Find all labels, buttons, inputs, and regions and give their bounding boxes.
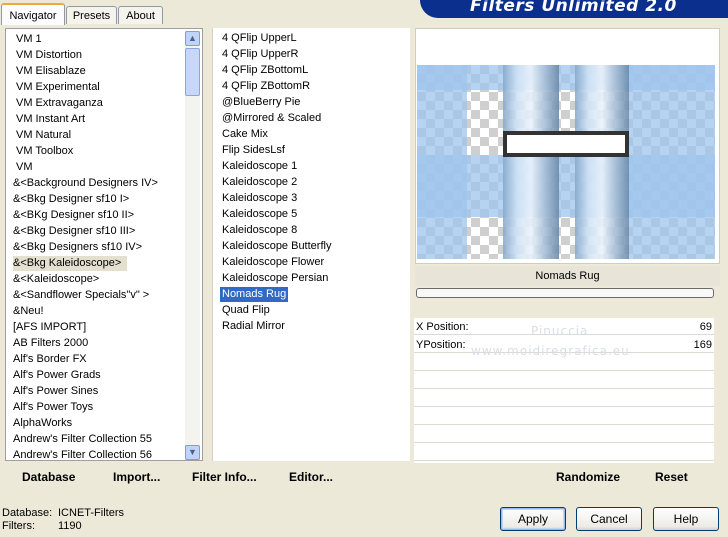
watermark-url: www.moidiregrafica.eu	[471, 344, 630, 358]
filter-item[interactable]: Flip SidesLsf	[222, 143, 285, 158]
filter-item[interactable]: Kaleidoscope Flower	[222, 255, 324, 270]
category-list[interactable]: ▲ ▼ VM 1 VM Distortion VM Elisablaze VM Exp…	[5, 28, 203, 461]
status-database-label: Database:	[2, 507, 53, 519]
randomize-button[interactable]: Randomize	[556, 469, 620, 485]
editor-button[interactable]: Editor...	[289, 469, 333, 485]
filter-item[interactable]: @BlueBerry Pie	[222, 95, 300, 110]
category-item[interactable]: VM 1	[16, 32, 42, 47]
category-item[interactable]: VM Toolbox	[16, 144, 73, 159]
category-item[interactable]: VM Natural	[16, 128, 71, 143]
parameter-area: X Position: 69 YPosition: 169 Pinuccia w…	[414, 318, 714, 463]
category-item[interactable]: Andrew's Filter Collection 56	[13, 448, 152, 460]
preview-band-middle	[417, 155, 715, 217]
preview-bar	[503, 131, 629, 157]
filter-item[interactable]: Kaleidoscope 5	[222, 207, 297, 222]
preview-pane	[415, 28, 720, 264]
category-item[interactable]: VM Extravaganza	[16, 96, 103, 111]
category-item[interactable]: Andrew's Filter Collection 55	[13, 432, 152, 447]
category-item[interactable]: Alf's Power Sines	[13, 384, 98, 399]
category-item[interactable]: Alf's Border FX	[13, 352, 87, 367]
preview-filter-name: Nomads Rug	[415, 266, 720, 286]
filter-item[interactable]: Kaleidoscope 1	[222, 159, 297, 174]
filter-item[interactable]: Kaleidoscope Butterfly	[222, 239, 331, 254]
help-button[interactable]: Help	[653, 507, 719, 531]
scroll-up-arrow-icon[interactable]: ▲	[185, 31, 200, 46]
category-item[interactable]: &<Sandflower Specials"v" >	[13, 288, 149, 303]
filter-item[interactable]: 4 QFlip ZBottomR	[222, 79, 310, 94]
category-item[interactable]: &<Bkg Designers sf10 IV>	[13, 240, 142, 255]
param-divider	[414, 388, 714, 389]
filter-item[interactable]: Cake Mix	[222, 127, 268, 142]
filter-item[interactable]: 4 QFlip UpperL	[222, 31, 297, 46]
preview-pillar-right	[575, 65, 629, 259]
tab-about[interactable]: About	[118, 6, 163, 24]
import-button[interactable]: Import...	[113, 469, 160, 485]
category-item[interactable]: Alf's Power Toys	[13, 400, 93, 415]
category-item[interactable]: AB Filters 2000	[13, 336, 88, 351]
param-divider	[414, 460, 714, 461]
x-position-value[interactable]: 69	[700, 319, 712, 335]
param-divider	[414, 370, 714, 371]
category-item[interactable]: Alf's Power Grads	[13, 368, 101, 383]
watermark-name: Pinuccia	[531, 324, 589, 338]
category-scrollbar[interactable]: ▲ ▼	[185, 31, 200, 460]
x-position-label: X Position:	[416, 321, 469, 333]
y-position-label: YPosition:	[416, 339, 466, 351]
category-item[interactable]: VM	[16, 160, 33, 175]
category-item[interactable]: &<Bkg Kaleidoscope>	[13, 256, 128, 271]
category-item[interactable]: VM Experimental	[16, 80, 100, 95]
category-item[interactable]: VM Distortion	[16, 48, 82, 63]
category-item[interactable]: &<Bkg Designer sf10 III>	[13, 224, 135, 239]
scroll-thumb[interactable]	[185, 48, 200, 96]
tab-navigator[interactable]: Navigator	[1, 3, 65, 25]
y-position-value[interactable]: 169	[694, 337, 712, 353]
cancel-button[interactable]: Cancel	[576, 507, 642, 531]
filter-item[interactable]: Nomads Rug	[220, 287, 289, 302]
filter-item[interactable]: Kaleidoscope 3	[222, 191, 297, 206]
reset-button[interactable]: Reset	[655, 469, 688, 485]
category-item[interactable]: &Neu!	[13, 304, 44, 319]
category-item[interactable]: &<Kaleidoscope>	[13, 272, 99, 287]
status-database-value: ICNET-Filters	[58, 507, 124, 519]
status-filters-value: 1190	[58, 520, 82, 532]
preview-image	[417, 65, 715, 259]
param-divider	[414, 424, 714, 425]
database-button[interactable]: Database	[22, 469, 75, 485]
preview-pillar-left	[503, 65, 559, 259]
category-item[interactable]: [AFS IMPORT]	[13, 320, 86, 335]
scroll-down-arrow-icon[interactable]: ▼	[185, 445, 200, 460]
filter-item[interactable]: 4 QFlip ZBottomL	[222, 63, 308, 78]
tab-presets[interactable]: Presets	[66, 6, 117, 24]
filter-item[interactable]: 4 QFlip UpperR	[222, 47, 298, 62]
category-item[interactable]: VM Instant Art	[16, 112, 85, 127]
filter-item[interactable]: Kaleidoscope 8	[222, 223, 297, 238]
filter-item[interactable]: @Mirrored & Scaled	[222, 111, 321, 126]
category-item[interactable]: &<Background Designers IV>	[13, 176, 158, 191]
category-item[interactable]: &<Bkg Designer sf10 I>	[13, 192, 129, 207]
filter-info-button[interactable]: Filter Info...	[192, 469, 257, 485]
apply-button[interactable]: Apply	[500, 507, 566, 531]
filter-item[interactable]: Radial Mirror	[222, 319, 285, 334]
category-item[interactable]: AlphaWorks	[13, 416, 72, 431]
progress-bar	[416, 288, 714, 298]
filter-item[interactable]: Kaleidoscope 2	[222, 175, 297, 190]
category-item[interactable]: &<BKg Designer sf10 II>	[13, 208, 134, 223]
param-divider	[414, 442, 714, 443]
status-filters-label: Filters:	[2, 520, 35, 532]
param-divider	[414, 406, 714, 407]
filter-item[interactable]: Quad Flip	[222, 303, 270, 318]
filter-list[interactable]: 4 QFlip UpperL 4 QFlip UpperR 4 QFlip ZBot…	[212, 28, 410, 461]
window-title: Filters Unlimited 2.0	[470, 0, 677, 16]
filter-item[interactable]: Kaleidoscope Persian	[222, 271, 328, 286]
category-item[interactable]: VM Elisablaze	[16, 64, 86, 79]
